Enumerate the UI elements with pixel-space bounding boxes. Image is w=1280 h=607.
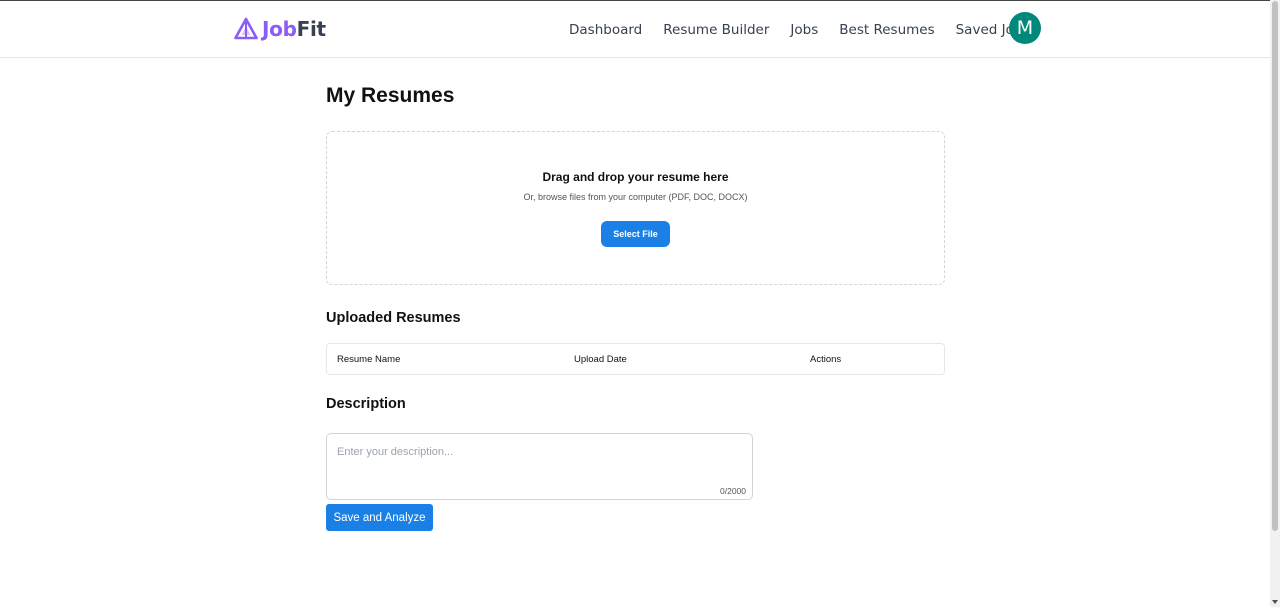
brand-name-part-2: Fit	[296, 17, 326, 41]
nav-resume-builder[interactable]: Resume Builder	[663, 22, 769, 38]
page-title: My Resumes	[326, 84, 455, 107]
column-upload-date: Upload Date	[574, 354, 627, 365]
column-actions: Actions	[810, 354, 842, 365]
character-counter: 0/2000	[720, 486, 746, 496]
page-scrollbar[interactable]	[1270, 0, 1280, 607]
dropzone-title: Drag and drop your resume here	[542, 170, 729, 184]
top-navigation-bar: JobFit Dashboard Resume Builder Jobs Bes…	[0, 0, 1270, 58]
save-and-analyze-button[interactable]: Save and Analyze	[326, 504, 433, 531]
brand-name: JobFit	[262, 17, 326, 41]
triangle-logo-icon	[234, 17, 258, 41]
resumes-table-header: Resume Name Upload Date Actions	[326, 343, 945, 375]
nav-best-resumes[interactable]: Best Resumes	[839, 22, 934, 38]
description-field: 0/2000	[326, 433, 753, 500]
brand-name-part-1: Job	[262, 17, 297, 41]
brand-logo[interactable]: JobFit	[234, 17, 326, 41]
nav-dashboard[interactable]: Dashboard	[569, 22, 642, 38]
dropzone-subtitle: Or, browse files from your computer (PDF…	[523, 192, 748, 202]
nav-jobs[interactable]: Jobs	[790, 22, 818, 38]
scroll-down-arrow-icon[interactable]	[1272, 600, 1278, 604]
uploaded-resumes-heading: Uploaded Resumes	[326, 310, 461, 326]
resume-dropzone[interactable]: Drag and drop your resume here Or, brows…	[326, 131, 945, 285]
select-file-button[interactable]: Select File	[601, 221, 670, 247]
main-nav: Dashboard Resume Builder Jobs Best Resum…	[569, 22, 1050, 38]
description-input[interactable]	[327, 434, 752, 499]
description-heading: Description	[326, 396, 406, 412]
scrollbar-thumb[interactable]	[1272, 1, 1278, 531]
user-avatar[interactable]: M	[1009, 12, 1041, 44]
column-resume-name: Resume Name	[337, 354, 401, 365]
